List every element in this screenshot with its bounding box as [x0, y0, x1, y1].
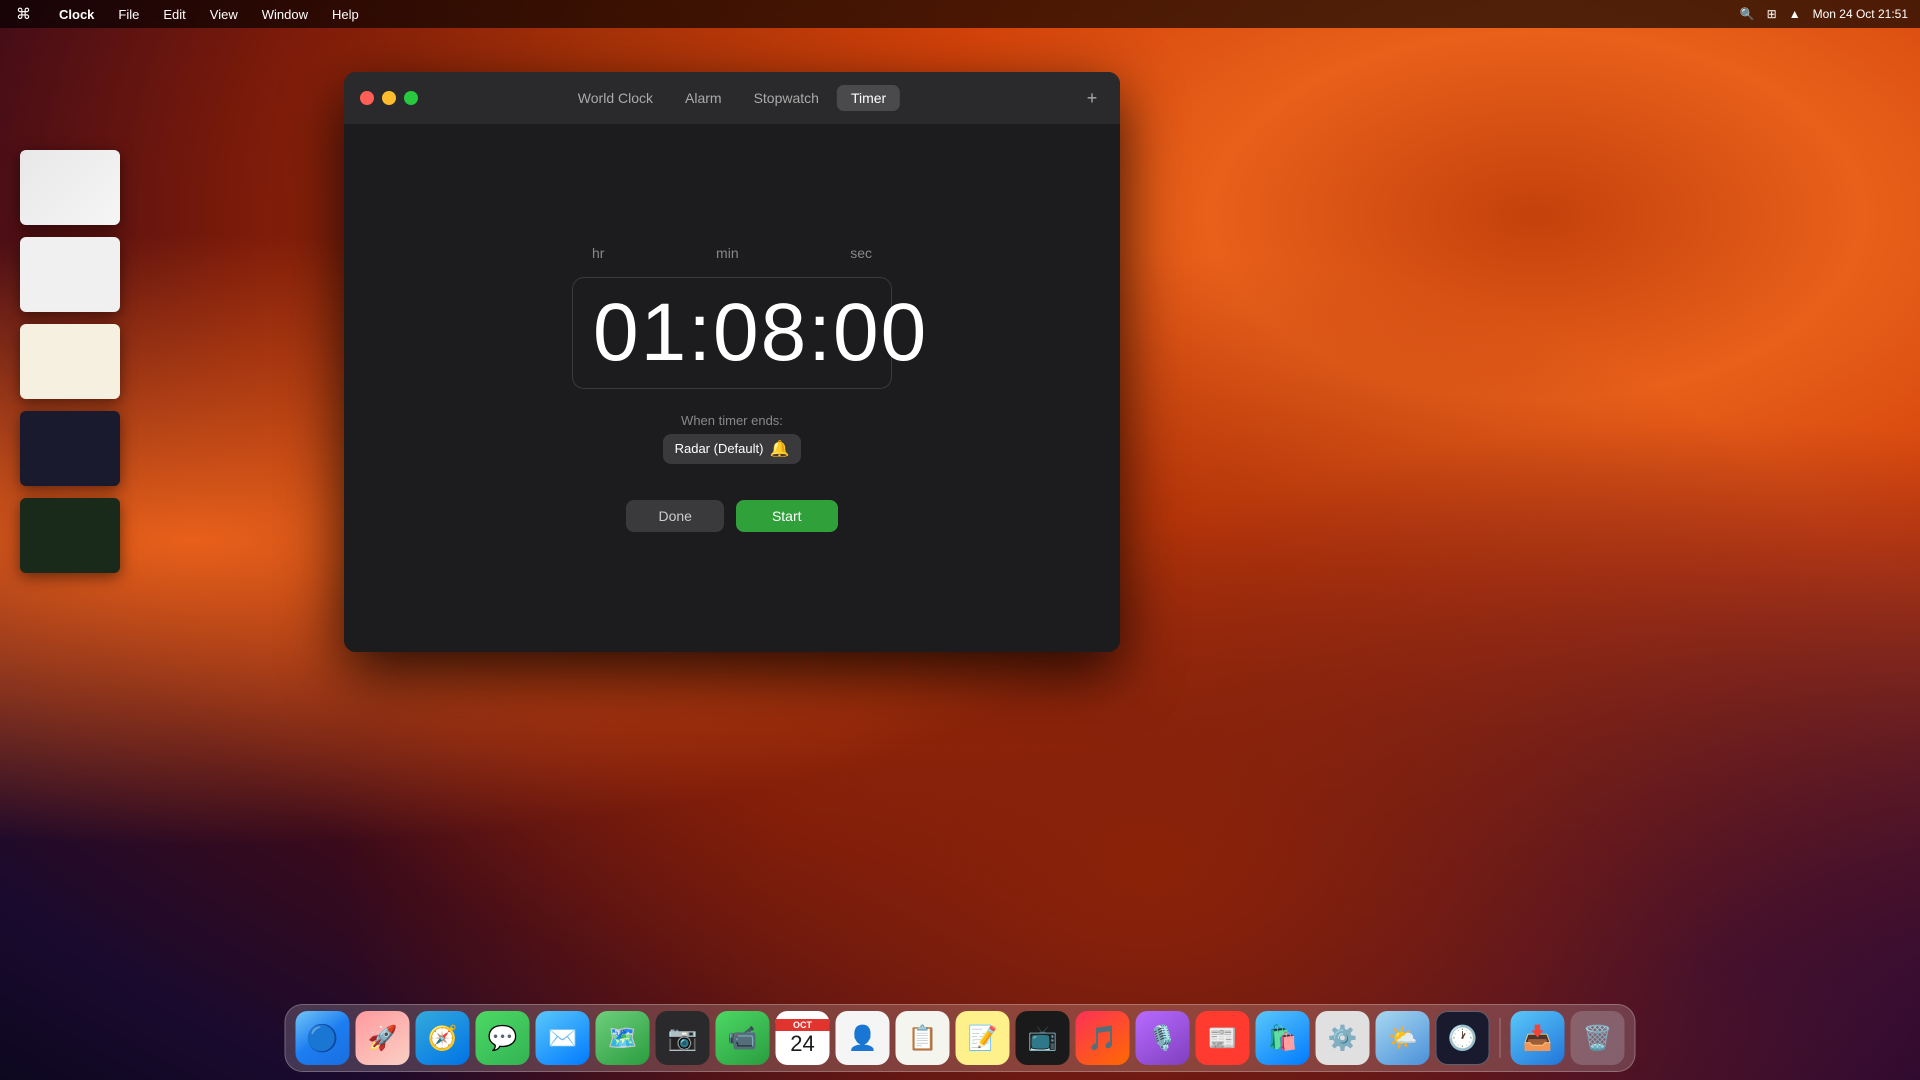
- dock-item-maps[interactable]: 🗺️: [596, 1011, 650, 1065]
- sound-selector[interactable]: Radar (Default) 🔔: [663, 434, 802, 464]
- menubar-search-icon[interactable]: 🔍: [1740, 7, 1755, 21]
- dock-item-weather[interactable]: 🌤️: [1376, 1011, 1430, 1065]
- menubar-help[interactable]: Help: [328, 5, 363, 24]
- clock-window: World Clock Alarm Stopwatch Timer + hr m…: [344, 72, 1120, 652]
- add-button[interactable]: +: [1080, 86, 1104, 110]
- start-button[interactable]: Start: [736, 500, 838, 532]
- tab-world-clock[interactable]: World Clock: [564, 85, 667, 111]
- timer-display[interactable]: 01:08:00: [593, 286, 871, 380]
- dock-separator: [1500, 1018, 1501, 1058]
- dock-item-sysprefs[interactable]: ⚙️: [1316, 1011, 1370, 1065]
- traffic-lights: [360, 91, 418, 105]
- dock-item-appstore[interactable]: 🛍️: [1256, 1011, 1310, 1065]
- sec-label: sec: [850, 245, 872, 261]
- timer-display-container[interactable]: 01:08:00: [572, 277, 892, 389]
- desktop-thumb-safari[interactable]: [20, 150, 120, 225]
- dock-item-music[interactable]: 🎵: [1076, 1011, 1130, 1065]
- dock-item-clock[interactable]: 🕐: [1436, 1011, 1490, 1065]
- dock-item-calendar[interactable]: OCT 24: [776, 1011, 830, 1065]
- calendar-month: OCT: [776, 1019, 830, 1031]
- menubar-right: 🔍 ⊞ ▲ Mon 24 Oct 21:51: [1740, 7, 1908, 21]
- menubar-file[interactable]: File: [114, 5, 143, 24]
- calendar-day: 24: [790, 1031, 814, 1057]
- dock-item-photos[interactable]: 📷: [656, 1011, 710, 1065]
- dock-item-notes[interactable]: 📝: [956, 1011, 1010, 1065]
- menubar-edit[interactable]: Edit: [159, 5, 189, 24]
- dock-item-finder[interactable]: 🔵: [296, 1011, 350, 1065]
- close-button[interactable]: [360, 91, 374, 105]
- desktop-windows: [20, 150, 120, 573]
- desktop-thumb-notes[interactable]: [20, 324, 120, 399]
- dock: 🔵 🚀 🧭 💬 ✉️ 🗺️ 📷 📹 OCT 24 👤 📋 📝 📺 🎵 🎙️ 📰 …: [285, 1004, 1636, 1072]
- dock-item-trash[interactable]: 🗑️: [1571, 1011, 1625, 1065]
- when-timer-ends-label: When timer ends:: [663, 413, 802, 428]
- menubar: ⌘ Clock File Edit View Window Help 🔍 ⊞ ▲…: [0, 0, 1920, 28]
- hr-label: hr: [592, 245, 604, 261]
- tab-alarm[interactable]: Alarm: [671, 85, 736, 111]
- desktop-thumb-dark[interactable]: [20, 411, 120, 486]
- dock-item-launchpad[interactable]: 🚀: [356, 1011, 410, 1065]
- desktop-thumb-msg[interactable]: [20, 498, 120, 573]
- minimize-button[interactable]: [382, 91, 396, 105]
- window-actions: Done Start: [626, 500, 837, 532]
- sound-emoji: 🔔: [769, 439, 789, 459]
- desktop-thumb-calendar[interactable]: [20, 237, 120, 312]
- maximize-button[interactable]: [404, 91, 418, 105]
- sound-name: Radar (Default): [675, 441, 764, 456]
- dock-item-mail[interactable]: ✉️: [536, 1011, 590, 1065]
- tab-timer[interactable]: Timer: [837, 85, 900, 111]
- window-content: hr min sec 01:08:00 When timer ends: Rad…: [344, 124, 1120, 652]
- tab-stopwatch[interactable]: Stopwatch: [740, 85, 833, 111]
- window-tabs: World Clock Alarm Stopwatch Timer: [564, 85, 900, 111]
- dock-item-contacts[interactable]: 👤: [836, 1011, 890, 1065]
- menubar-view[interactable]: View: [206, 5, 242, 24]
- menubar-left: ⌘ Clock File Edit View Window Help: [12, 3, 363, 25]
- dock-item-messages[interactable]: 💬: [476, 1011, 530, 1065]
- apple-menu[interactable]: ⌘: [12, 3, 35, 25]
- dock-item-safari[interactable]: 🧭: [416, 1011, 470, 1065]
- dock-item-reminders[interactable]: 📋: [896, 1011, 950, 1065]
- menubar-controlcenter-icon[interactable]: ⊞: [1767, 7, 1777, 21]
- min-label: min: [716, 245, 739, 261]
- menubar-app-name[interactable]: Clock: [55, 5, 98, 24]
- dock-item-facetime[interactable]: 📹: [716, 1011, 770, 1065]
- dock-item-appletv[interactable]: 📺: [1016, 1011, 1070, 1065]
- dock-item-news[interactable]: 📰: [1196, 1011, 1250, 1065]
- dock-item-airdrop[interactable]: 📥: [1511, 1011, 1565, 1065]
- window-titlebar: World Clock Alarm Stopwatch Timer +: [344, 72, 1120, 124]
- when-timer-ends-section: When timer ends: Radar (Default) 🔔: [663, 405, 802, 464]
- dock-item-podcasts[interactable]: 🎙️: [1136, 1011, 1190, 1065]
- done-button[interactable]: Done: [626, 500, 723, 532]
- menubar-wifi-icon[interactable]: ▲: [1789, 7, 1801, 21]
- timer-labels: hr min sec: [572, 245, 892, 261]
- menubar-datetime[interactable]: Mon 24 Oct 21:51: [1813, 7, 1908, 21]
- menubar-window[interactable]: Window: [258, 5, 312, 24]
